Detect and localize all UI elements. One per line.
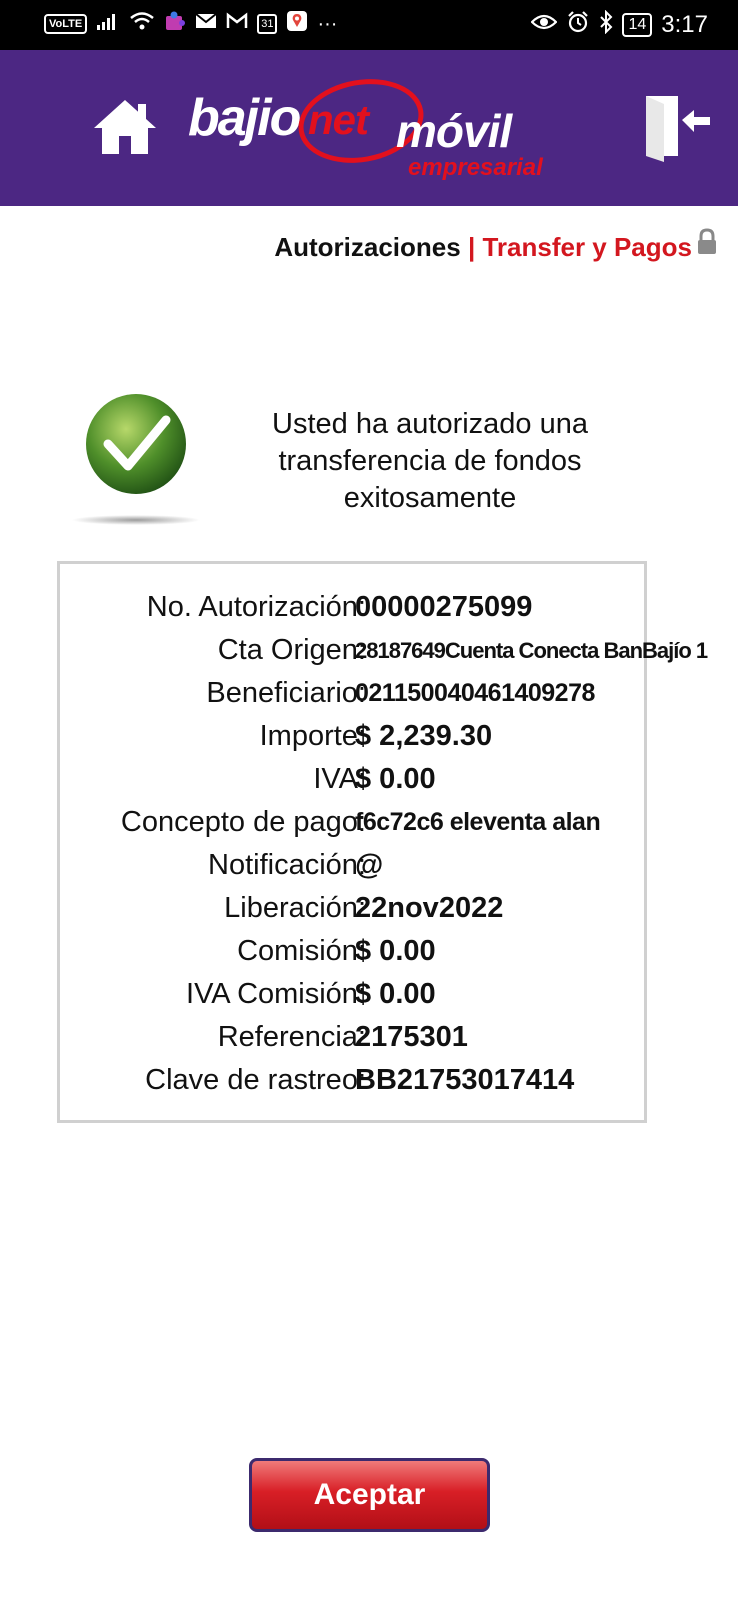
app-header: bajio net móvil empresarial: [0, 50, 738, 206]
detail-row-release: Liberación: 22nov2022: [60, 887, 650, 930]
detail-row-commission: Comisión: $ 0.00: [60, 930, 650, 973]
detail-row-commission-iva: IVA Comisión: $ 0.00: [60, 973, 650, 1016]
detail-value: $ 2,239.30: [355, 720, 493, 752]
detail-value: $ 0.00: [355, 935, 436, 967]
detail-value: f6c72c6 eleventa alan: [355, 808, 601, 836]
battery-icon: 14: [622, 12, 653, 37]
gmail-icon: [226, 12, 248, 35]
maps-icon: [286, 10, 308, 37]
detail-value: $ 0.00: [355, 763, 436, 795]
detail-row-authorization: No. Autorización: 00000275099: [60, 586, 650, 629]
signal-icon: [96, 11, 120, 36]
detail-row-iva: IVA: $ 0.00: [60, 758, 650, 801]
breadcrumb: Autorizaciones | Transfer y Pagos: [274, 232, 692, 263]
detail-label: Clave de rastreo:: [145, 1064, 366, 1096]
home-icon: [94, 100, 156, 154]
puzzle-app-icon: [164, 10, 186, 37]
detail-value: BB21753017414: [355, 1064, 575, 1096]
lock-icon: [698, 228, 716, 254]
detail-value: $ 0.00: [355, 978, 436, 1010]
detail-row-reference: Referencia: 2175301: [60, 1016, 650, 1059]
detail-row-notification: Notificación: @: [60, 844, 650, 887]
wifi-icon: [129, 10, 155, 37]
alarm-icon: [566, 10, 590, 39]
detail-label: Referencia:: [217, 1021, 366, 1053]
eye-icon: [530, 13, 559, 36]
detail-label: Comisión:: [237, 935, 366, 967]
status-bar: VoLTE 31 ··· 14 3:17: [0, 0, 738, 50]
exit-door-icon: [646, 96, 710, 162]
detail-value: 00000275099: [355, 591, 533, 623]
detail-value: 2175301: [355, 1021, 468, 1053]
detail-label: No. Autorización:: [146, 591, 366, 623]
detail-label: Importe:: [259, 720, 366, 752]
bluetooth-icon: [599, 9, 613, 39]
more-notifications-icon: ···: [317, 12, 338, 35]
detail-label: Cta Origen:: [217, 634, 366, 666]
mail-icon: [195, 12, 217, 35]
clock: 3:17: [661, 10, 708, 38]
accept-button[interactable]: Aceptar: [249, 1458, 490, 1532]
detail-value: @: [355, 849, 384, 881]
volte-badge: VoLTE: [44, 13, 88, 34]
detail-row-beneficiary: Beneficiario: 021150040461409278: [60, 672, 650, 715]
success-check-icon: [72, 394, 200, 525]
logo-text-net: net: [308, 96, 369, 143]
detail-label: Liberación:: [224, 892, 366, 924]
bajionet-movil-logo: bajio net móvil empresarial: [186, 68, 556, 188]
success-message: Usted ha autorizado una transferencia de…: [272, 408, 588, 514]
detail-label: Notificación:: [208, 849, 366, 881]
logo-text-empresarial: empresarial: [408, 154, 543, 181]
authorization-details: No. Autorización: 00000275099 Cta Origen…: [57, 561, 708, 1123]
logo-text-movil: móvil: [396, 105, 512, 157]
detail-value: 28187649Cuenta Conecta BanBajío 1: [355, 638, 708, 663]
detail-row-origin-account: Cta Origen: 28187649Cuenta Conecta BanBa…: [60, 629, 708, 672]
calendar-icon: 31: [257, 13, 278, 34]
detail-label: IVA Comisión:: [186, 978, 366, 1010]
detail-row-amount: Importe: $ 2,239.30: [60, 715, 650, 758]
logo-text-bajio: bajio: [188, 89, 301, 147]
detail-value: 22nov2022: [355, 892, 504, 924]
detail-row-concept: Concepto de pago: f6c72c6 eleventa alan: [60, 801, 650, 844]
breadcrumb-separator: |: [467, 232, 476, 262]
logout-button[interactable]: [642, 90, 712, 162]
breadcrumb-current: Transfer y Pagos: [482, 232, 692, 262]
detail-label: Beneficiario:: [206, 677, 366, 709]
breadcrumb-section: Autorizaciones: [274, 232, 461, 262]
home-button[interactable]: [92, 96, 158, 158]
detail-value: 021150040461409278: [355, 679, 595, 707]
detail-row-tracking-key: Clave de rastreo: BB21753017414: [60, 1059, 650, 1102]
detail-label: Concepto de pago:: [120, 806, 366, 838]
